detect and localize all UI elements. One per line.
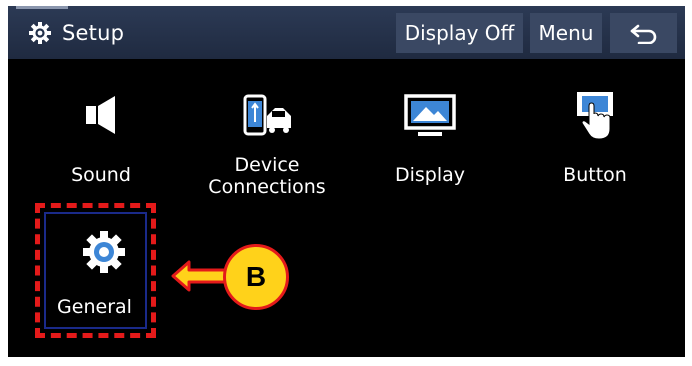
phone-car-icon <box>243 94 291 136</box>
header-bar: Setup Display Off Menu <box>8 6 685 59</box>
back-arrow-icon <box>630 24 656 44</box>
device-connections-label-line1: Device <box>234 154 300 176</box>
page-title-group: Setup <box>28 19 124 47</box>
touch-button-icon <box>577 92 613 140</box>
monitor-icon <box>404 94 456 136</box>
page-title: Setup <box>62 21 125 45</box>
speaker-icon <box>86 96 115 134</box>
callout-badge: B <box>223 244 289 310</box>
back-button[interactable] <box>610 13 677 53</box>
display-tile[interactable]: Display <box>360 84 500 214</box>
display-off-label: Display Off <box>404 21 515 45</box>
menu-button[interactable]: Menu <box>530 13 602 53</box>
callout-arrow-icon <box>171 260 227 292</box>
sound-tile[interactable]: Sound <box>31 84 171 214</box>
menu-label: Menu <box>538 21 594 45</box>
gear-icon <box>29 22 51 44</box>
callout-letter: B <box>245 261 267 292</box>
header-accent <box>16 6 68 9</box>
display-off-button[interactable]: Display Off <box>396 13 523 53</box>
display-label: Display <box>394 164 466 186</box>
general-label: General <box>57 296 132 318</box>
sound-label: Sound <box>71 164 131 186</box>
button-tile[interactable]: Button <box>525 84 665 214</box>
device-connections-tile[interactable]: Device Connections <box>197 84 337 214</box>
button-label: Button <box>563 164 627 186</box>
device-connections-label-line2: Connections <box>208 176 326 198</box>
